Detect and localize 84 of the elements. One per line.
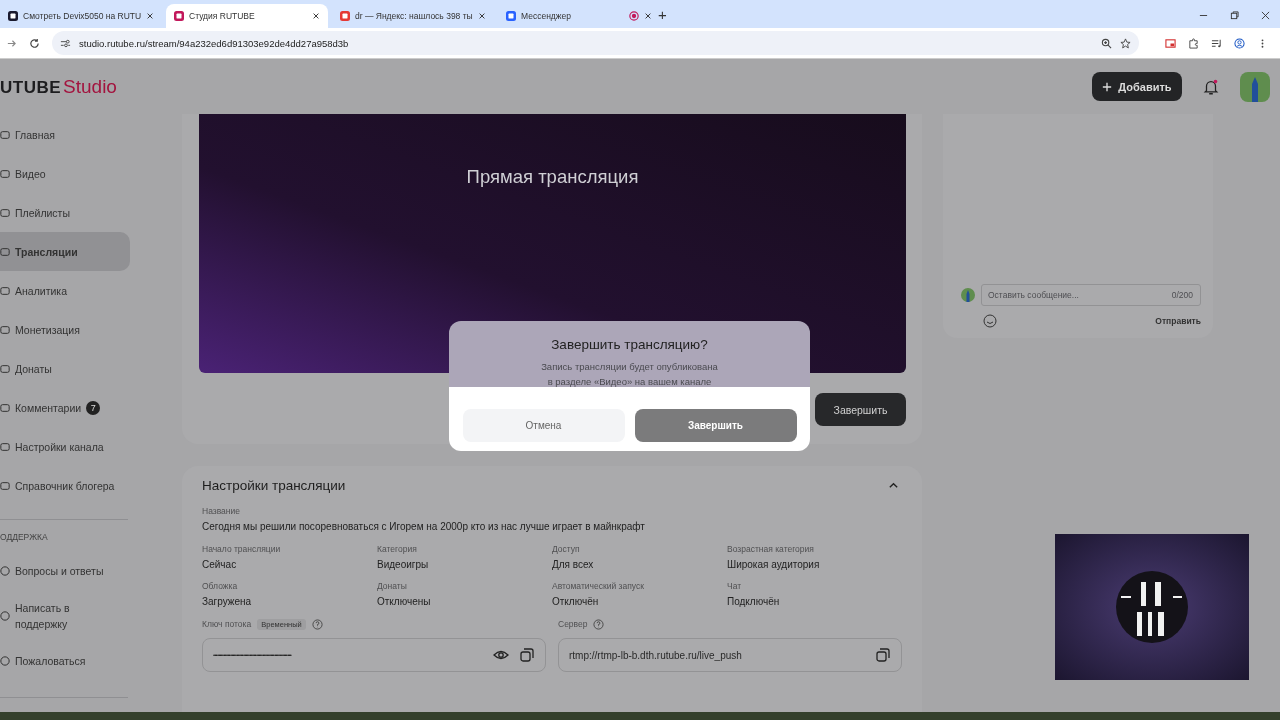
extensions-icon[interactable] xyxy=(1188,37,1199,49)
reload-icon[interactable] xyxy=(29,37,40,49)
screen-icon[interactable] xyxy=(1165,37,1176,49)
tab-title: Мессенджер xyxy=(521,11,572,21)
logo-wordmark[interactable]: UTUBE xyxy=(0,77,62,98)
restore-icon[interactable] xyxy=(1230,11,1239,20)
copy-icon[interactable] xyxy=(519,647,535,663)
field-value: Для всех xyxy=(552,559,595,570)
tab-title: dr — Яндекс: нашлось 398 ты xyxy=(355,11,473,21)
tab-title: Смотреть Devix5050 на RUTU xyxy=(23,11,142,21)
media-icon[interactable] xyxy=(1211,37,1222,49)
nav-item[interactable]: Монетизация xyxy=(0,310,130,349)
field-value: Сейчас xyxy=(202,559,238,570)
field-label: Ключ потока xyxy=(202,619,252,629)
new-tab-button[interactable]: + xyxy=(658,4,667,28)
field-label: Чат xyxy=(727,581,743,591)
browser-tab[interactable]: Смотреть Devix5050 на RUTU xyxy=(0,4,162,28)
browser-tab[interactable]: dr — Яндекс: нашлось 398 ты xyxy=(332,4,494,28)
favicon-icon xyxy=(506,11,516,21)
end-button[interactable]: Завершить xyxy=(815,393,906,426)
nav-item[interactable]: Плейлисты xyxy=(0,193,130,232)
field-value: Подключён xyxy=(727,596,781,607)
confirm-button[interactable]: Завершить xyxy=(634,409,797,442)
close-icon[interactable] xyxy=(478,12,486,20)
field-value: Загружена xyxy=(202,596,253,607)
send-button[interactable]: Отправить xyxy=(1155,316,1201,326)
field-label: Сервер xyxy=(558,619,588,629)
field-value: Отключён xyxy=(552,596,600,607)
copy-icon[interactable] xyxy=(875,647,891,663)
bell-icon[interactable] xyxy=(1202,77,1220,96)
nav-item[interactable]: Главная xyxy=(0,115,130,154)
nav-item[interactable]: Вопросы и ответы xyxy=(0,548,130,593)
help-icon[interactable] xyxy=(593,618,605,630)
nav-item[interactable]: Настройки канала xyxy=(0,427,130,466)
avatar[interactable] xyxy=(1240,71,1270,102)
favicon-icon xyxy=(8,11,18,21)
video-title: Прямая трансляция xyxy=(466,166,639,188)
field-label: Автоматический запуск xyxy=(552,581,645,591)
browser-tab[interactable]: Студия RUTUBE xyxy=(166,4,328,28)
nav-item[interactable]: Видео xyxy=(0,154,130,193)
nav-item[interactable]: Справочник блогера xyxy=(0,466,130,505)
section-title: Настройки трансляции xyxy=(202,477,346,493)
nav-item[interactable]: Комментарии 7 xyxy=(0,388,130,427)
tab-title: Студия RUTUBE xyxy=(189,11,256,21)
close-icon[interactable] xyxy=(312,12,320,20)
nav-item[interactable]: Пожаловаться xyxy=(0,638,130,683)
field-value: Сегодня мы решили посоревноваться с Игорем на 2000р кто из нас лучше играет в майнкрафт xyxy=(202,521,646,532)
favicon-icon xyxy=(174,11,184,21)
logo-product[interactable]: Studio xyxy=(63,75,117,98)
nav-item[interactable]: Написать в поддержку xyxy=(0,593,130,638)
star-icon[interactable] xyxy=(1120,37,1131,49)
dialog-title: Завершить трансляцию? xyxy=(551,337,708,352)
field-label: Начало трансляции xyxy=(202,544,282,554)
nav-item[interactable]: Трансляции xyxy=(0,232,130,271)
address-field[interactable]: studio.rutube.ru/stream/94a232ed6d91303e92de4dd27a958d3b xyxy=(52,31,1139,55)
field-value: Широкая аудитория xyxy=(727,559,821,570)
dialog-text: Запись трансляции будет опубликована в разделе «Видео» на вашем канале xyxy=(541,360,718,389)
count-badge: 7 xyxy=(86,400,101,415)
field-label: Донаты xyxy=(377,581,408,591)
field-label: Категория xyxy=(377,544,418,554)
help-icon[interactable] xyxy=(311,618,323,630)
site-settings-icon[interactable] xyxy=(60,37,71,49)
field-value: Видеоигры xyxy=(377,559,430,570)
section-heading: ОДДЕРЖКА xyxy=(0,532,49,542)
close-icon[interactable] xyxy=(1261,11,1270,20)
field-label: Доступ xyxy=(552,544,581,554)
favicon-icon xyxy=(340,11,350,21)
character-counter: 0/200 xyxy=(1171,290,1193,300)
avatar xyxy=(961,288,975,302)
cancel-button[interactable]: Отмена xyxy=(462,409,625,442)
close-icon[interactable] xyxy=(146,12,155,20)
plus-icon xyxy=(1102,81,1113,92)
nav-item[interactable]: Аналитика xyxy=(0,271,130,310)
field-label: Обложка xyxy=(202,581,239,591)
field-value: Отключены xyxy=(377,596,432,607)
add-button[interactable]: Добавить xyxy=(1092,72,1182,101)
server-field[interactable]: rtmp://rtmp-lb-b.dth.rutube.ru/live_push xyxy=(558,638,902,672)
field-label: Возрастная категория xyxy=(727,544,815,554)
profile-icon[interactable] xyxy=(1234,37,1245,49)
close-icon[interactable] xyxy=(644,12,652,20)
nav-item[interactable]: Донаты xyxy=(0,349,130,388)
zoom-icon[interactable] xyxy=(1101,37,1112,49)
smiley-icon[interactable] xyxy=(983,314,997,328)
field-label: Название xyxy=(202,506,241,516)
